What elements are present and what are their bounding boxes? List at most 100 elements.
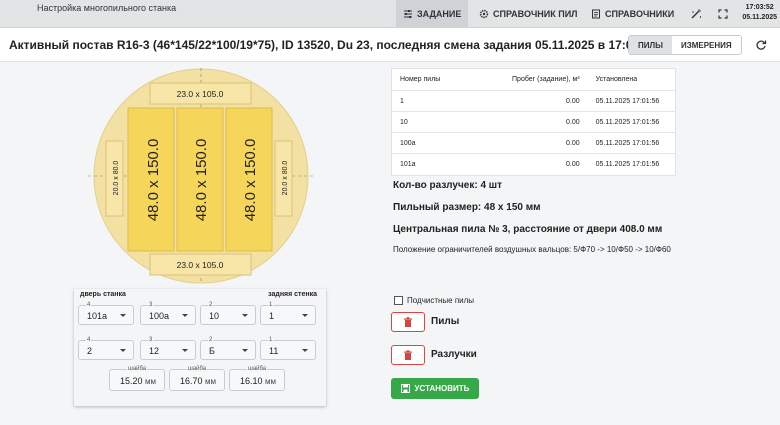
magic-wand-icon[interactable]: [690, 8, 702, 20]
saw-settings-panel: дверь станка задняя стенка 4 101a 3 100a…: [74, 289, 326, 406]
col-installed: Установлена: [595, 76, 638, 83]
trash-icon: [404, 349, 412, 360]
back-wall-label: задняя стенка: [268, 291, 317, 298]
cut-value: 2: [87, 346, 93, 356]
washer-caption: шайба: [127, 366, 148, 372]
fullscreen-icon[interactable]: [717, 8, 729, 20]
table-row[interactable]: 101a 0.00 05.11.2025 17:01:56: [392, 154, 675, 175]
cell-run: 0.00: [565, 161, 580, 168]
top-bar: Настройка многопильного станка ЗАДАНИЕ С…: [0, 0, 780, 28]
col-run: Пробег (задание), м³: [512, 76, 580, 83]
saw-value: 10: [209, 311, 220, 321]
save-icon: [400, 384, 410, 393]
cut-select[interactable]: 2 Б: [200, 337, 256, 360]
position-number: 2: [208, 302, 214, 308]
washer-caption: шайба: [187, 366, 208, 372]
table-row[interactable]: 100a 0.00 05.11.2025 17:01:56: [392, 133, 675, 154]
install-button[interactable]: УСТАНОВИТЬ: [391, 378, 479, 399]
install-label: УСТАНОВИТЬ: [414, 384, 470, 393]
tab-references[interactable]: СПРАВОЧНИКИ: [584, 0, 681, 28]
document-icon: [592, 9, 600, 19]
board-main-3-label: 48.0 x 150.0: [242, 139, 259, 222]
cell-run: 0.00: [565, 118, 580, 126]
cuts-label: Разлучки: [431, 349, 477, 360]
cell-installed: 05.11.2025 17:01:56: [595, 161, 660, 168]
cell-saw-number: 101a: [400, 161, 416, 168]
saw-value: 100a: [149, 311, 170, 321]
door-side-label: дверь станка: [80, 291, 126, 298]
cell-run: 0.00: [565, 97, 580, 105]
tab-references-label: СПРАВОЧНИКИ: [605, 9, 675, 19]
washer-unit: мм: [265, 377, 276, 386]
saw-value: 1: [269, 311, 275, 321]
cut-select[interactable]: 4 2: [78, 337, 134, 360]
chevron-down-icon: [120, 349, 126, 352]
saw-select[interactable]: 2 10: [200, 302, 256, 325]
washer-input[interactable]: шайба 16.10 мм: [229, 366, 285, 391]
col-saw-number: Номер пилы: [400, 76, 441, 83]
position-number: 4: [86, 302, 92, 308]
table-header: Номер пилы Пробег (задание), м³ Установл…: [392, 69, 675, 91]
saw-select[interactable]: 4 101a: [78, 302, 134, 325]
trash-icon: [404, 316, 412, 327]
washer-value: 16.70: [180, 376, 203, 386]
checkbox-box[interactable]: [394, 296, 403, 305]
cell-saw-number: 100a: [400, 139, 416, 147]
cell-installed: 05.11.2025 17:01:56: [595, 139, 660, 147]
table-row[interactable]: 1 0.00 05.11.2025 17:01:56: [392, 91, 675, 112]
clock-date: 05.11.2025: [742, 14, 777, 21]
log-cut-diagram: 23.0 x 105.0 23.0 x 105.0 20.0 x 80.0 20…: [88, 68, 314, 284]
cut-value: Б: [209, 346, 215, 356]
cell-installed: 05.11.2025 17:01:56: [595, 97, 660, 105]
page-header: Активный постав R16-3 (46*145/22*100/19*…: [0, 28, 780, 62]
roller-positions: Положение ограничителей воздушных вальцо…: [393, 245, 671, 254]
position-number: 2: [208, 337, 214, 343]
washer-unit: мм: [205, 377, 216, 386]
chevron-down-icon: [120, 314, 126, 317]
chevron-down-icon: [182, 349, 188, 352]
central-saw: Центральная пила № 3, расстояние от двер…: [393, 224, 663, 235]
page-title: Активный постав R16-3 (46*145/22*100/19*…: [9, 38, 657, 52]
washer-input[interactable]: шайба 15.20 мм: [109, 366, 165, 391]
app-title: Настройка многопильного станка: [37, 3, 177, 13]
washer-input[interactable]: шайба 16.70 мм: [169, 366, 225, 391]
tab-task[interactable]: ЗАДАНИЕ: [396, 0, 469, 28]
chevron-down-icon: [182, 314, 188, 317]
gear-icon: [479, 9, 489, 19]
tab-saws[interactable]: ПИЛЫ: [629, 36, 672, 54]
cell-installed: 05.11.2025 17:01:56: [595, 118, 660, 126]
delete-cuts-button[interactable]: [391, 345, 425, 365]
cut-value: 12: [149, 346, 160, 356]
tab-measurements[interactable]: ИЗМЕРЕНИЯ: [672, 36, 741, 54]
cut-select[interactable]: 1 11: [260, 337, 316, 360]
trim-saws-checkbox[interactable]: Подчистные пилы: [394, 296, 474, 305]
table-row[interactable]: 10 0.00 05.11.2025 17:01:56: [392, 112, 675, 133]
cell-saw-number: 1: [400, 97, 404, 105]
sliders-icon: [404, 10, 412, 18]
delete-saws-button[interactable]: [391, 312, 425, 332]
chevron-down-icon: [302, 349, 308, 352]
position-number: 3: [148, 302, 154, 308]
position-number: 1: [268, 337, 274, 343]
tab-saw-reference[interactable]: СПРАВОЧНИК ПИЛ: [472, 0, 585, 28]
checkbox-label: Подчистные пилы: [407, 296, 475, 305]
board-top-label: 23.0 x 105.0: [177, 89, 224, 99]
clock-time: 17:03:52: [745, 4, 774, 11]
chevron-down-icon: [242, 314, 248, 317]
washer-value: 15.20: [120, 376, 143, 386]
tab-task-label: ЗАДАНИЕ: [417, 9, 462, 19]
saw-select[interactable]: 3 100a: [140, 302, 196, 325]
saw-table: Номер пилы Пробег (задание), м³ Установл…: [391, 68, 676, 176]
cell-saw-number: 10: [400, 118, 408, 126]
chevron-down-icon: [302, 314, 308, 317]
position-number: 4: [86, 337, 92, 343]
board-right-label: 20.0 x 80.0: [282, 161, 289, 196]
board-main-2-label: 48.0 x 150.0: [193, 139, 210, 222]
position-number: 3: [148, 337, 154, 343]
board-left-label: 20.0 x 80.0: [113, 161, 120, 196]
saw-select[interactable]: 1 1: [260, 302, 316, 325]
saws-label: Пилы: [431, 316, 460, 327]
cut-select[interactable]: 3 12: [140, 337, 196, 360]
refresh-icon[interactable]: [755, 39, 767, 51]
chevron-down-icon: [242, 349, 248, 352]
